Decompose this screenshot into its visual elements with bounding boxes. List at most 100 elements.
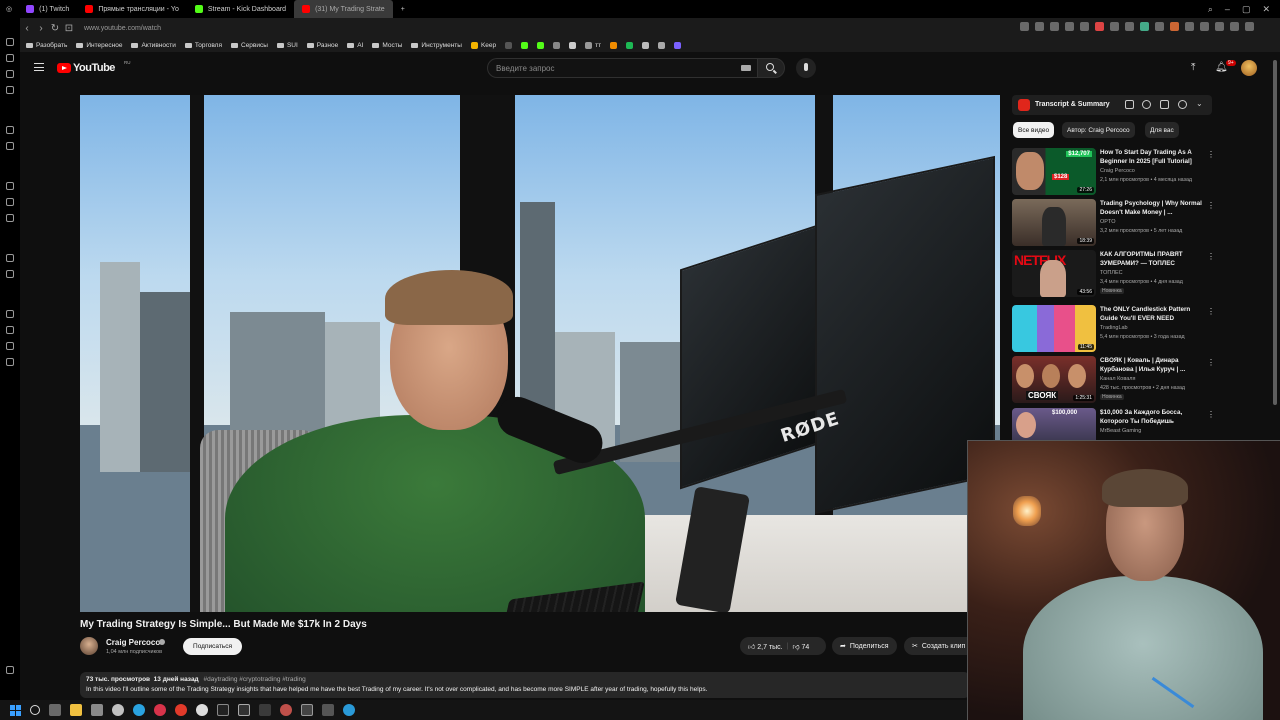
history-icon[interactable] bbox=[6, 310, 14, 318]
rec-channel[interactable]: MrBeast Gaming bbox=[1100, 428, 1141, 434]
bookmark-icon-link[interactable] bbox=[505, 41, 513, 49]
youtube-logo-icon[interactable] bbox=[57, 63, 71, 73]
list-item[interactable]: СВОЯК 1:25:31 СВОЯК | Коваль | Динара Ку… bbox=[1012, 356, 1227, 404]
bookmark-folder[interactable]: Мосты bbox=[372, 42, 402, 49]
page-scrollbar[interactable] bbox=[1273, 60, 1277, 405]
app-icon[interactable] bbox=[112, 704, 124, 716]
rec-title[interactable]: $10,000 За Каждого Босса, Которого Ты По… bbox=[1100, 408, 1206, 426]
rec-channel[interactable]: TradingLab bbox=[1100, 325, 1128, 331]
minimize-icon[interactable]: – bbox=[1225, 4, 1230, 14]
bookmark-folder[interactable]: Инструменты bbox=[411, 42, 462, 49]
keyboard-icon[interactable] bbox=[741, 65, 751, 71]
bookmark-folder[interactable]: Интересное bbox=[76, 42, 122, 49]
video-thumbnail[interactable]: 18:39 bbox=[1012, 199, 1096, 246]
tab-kick-dashboard[interactable]: Stream - Kick Dashboard bbox=[187, 0, 294, 18]
voice-search-button[interactable] bbox=[796, 58, 816, 78]
avatar[interactable] bbox=[1241, 60, 1257, 76]
windows-start-icon[interactable] bbox=[10, 704, 21, 716]
settings-icon[interactable] bbox=[6, 142, 14, 150]
list-item[interactable]: 11:45 The ONLY Candlestick Pattern Guide… bbox=[1012, 305, 1227, 353]
extension-icon[interactable] bbox=[1125, 22, 1134, 31]
player-icon[interactable] bbox=[6, 254, 14, 262]
list-item[interactable]: 18:39 Trading Psychology | Why Normal Do… bbox=[1012, 199, 1227, 247]
opera-gx-icon[interactable] bbox=[175, 704, 187, 716]
bookmark-folder[interactable]: SUI bbox=[276, 42, 298, 49]
vk-icon[interactable] bbox=[6, 198, 14, 206]
bookmark-icon-link[interactable] bbox=[658, 41, 666, 49]
rec-title[interactable]: Trading Psychology | Why Normal Doesn't … bbox=[1100, 199, 1206, 217]
bookmark-icon-link[interactable] bbox=[521, 41, 529, 49]
share-button[interactable]: ➦ Поделиться bbox=[832, 637, 897, 655]
telegram-icon[interactable] bbox=[6, 182, 14, 190]
notion-icon[interactable] bbox=[301, 704, 313, 716]
rec-title[interactable]: How To Start Day Trading As A Beginner I… bbox=[1100, 148, 1206, 166]
youtube-brand[interactable]: YouTube bbox=[73, 62, 115, 74]
extension-icon[interactable] bbox=[1095, 22, 1104, 31]
description-box[interactable]: 73 тыс. просмотров 13 дней назад #daytra… bbox=[80, 672, 970, 698]
tab-youtube-live[interactable]: Прямые трансляции - Yo bbox=[77, 0, 187, 18]
bookmark-keep[interactable]: Keep bbox=[470, 41, 496, 49]
forward-icon[interactable]: › bbox=[34, 23, 48, 34]
glasses-icon[interactable] bbox=[1160, 100, 1169, 109]
search-button[interactable] bbox=[757, 58, 785, 78]
extension-icon[interactable] bbox=[1140, 22, 1149, 31]
gear-icon[interactable] bbox=[1178, 100, 1187, 109]
extension-icon[interactable] bbox=[1155, 22, 1164, 31]
channel-name[interactable]: Craig Percoco bbox=[106, 638, 160, 647]
app-icon[interactable] bbox=[196, 704, 208, 716]
list-item[interactable]: NETFLIX 43:56 КАК АЛГОРИТМЫ ПРАВЯТ ЗУМЕР… bbox=[1012, 250, 1227, 298]
app-icon[interactable] bbox=[280, 704, 292, 716]
telegram-icon[interactable] bbox=[133, 704, 145, 716]
history-icon[interactable] bbox=[6, 38, 14, 46]
more-options-icon[interactable]: ⋮ bbox=[1207, 252, 1215, 261]
opera-icon[interactable] bbox=[154, 704, 166, 716]
extension-icon[interactable] bbox=[1200, 22, 1209, 31]
chevron-down-icon[interactable]: ⌄ bbox=[1196, 99, 1205, 108]
video-thumbnail[interactable]: $12,707 $128 27:26 bbox=[1012, 148, 1096, 195]
robot-icon[interactable] bbox=[1125, 100, 1134, 109]
dislike-button[interactable]: 👎︎ 74 bbox=[792, 642, 809, 651]
bookmark-icon-link[interactable] bbox=[642, 41, 650, 49]
chat-icon[interactable] bbox=[6, 70, 14, 78]
extension-icon[interactable] bbox=[1245, 22, 1254, 31]
extension-icon[interactable] bbox=[1065, 22, 1074, 31]
extension-icon[interactable] bbox=[1020, 22, 1029, 31]
clip-button[interactable]: ✂ Создать клип bbox=[904, 637, 967, 655]
new-tab-button[interactable]: + bbox=[393, 0, 413, 18]
bookmark-icon-link[interactable] bbox=[553, 41, 561, 49]
extension-icon[interactable] bbox=[1230, 22, 1239, 31]
rec-channel[interactable]: ТОПЛЕС bbox=[1100, 270, 1123, 276]
extension-icon[interactable] bbox=[1185, 22, 1194, 31]
back-icon[interactable]: ‹ bbox=[20, 23, 34, 34]
edge-icon[interactable] bbox=[343, 704, 355, 716]
bookmark-icon-link[interactable] bbox=[626, 41, 634, 49]
app-icon[interactable] bbox=[322, 704, 334, 716]
search-icon[interactable] bbox=[30, 705, 40, 715]
clock-icon[interactable] bbox=[6, 326, 14, 334]
bookmark-folder[interactable]: AI bbox=[347, 42, 363, 49]
tab-twitch[interactable]: (1) Twitch bbox=[18, 0, 77, 18]
bookmark-folder[interactable]: Торговля bbox=[184, 42, 222, 49]
bookmark-folder[interactable]: Разобрать bbox=[26, 42, 67, 49]
like-button[interactable]: 👍︎ 2,7 тыс. bbox=[748, 642, 783, 651]
search-icon[interactable]: ⌕ bbox=[1208, 4, 1213, 15]
transcript-summary-bar[interactable]: Transcript & Summary ⌄ bbox=[1012, 95, 1212, 115]
video-thumbnail[interactable]: СВОЯК 1:25:31 bbox=[1012, 356, 1096, 403]
list-item[interactable]: $12,707 $128 27:26 How To Start Day Trad… bbox=[1012, 148, 1227, 196]
subscribe-button[interactable]: Подписаться bbox=[183, 638, 242, 655]
rec-title[interactable]: СВОЯК | Коваль | Динара Курбанова | Илья… bbox=[1100, 356, 1206, 374]
more-options-icon[interactable]: ⋮ bbox=[1207, 410, 1215, 419]
gear-icon[interactable] bbox=[6, 358, 14, 366]
video-thumbnail[interactable]: 11:45 bbox=[1012, 305, 1096, 352]
rec-channel[interactable]: Канал Коваля bbox=[1100, 376, 1135, 382]
bookmark-folder[interactable]: Активности bbox=[131, 42, 176, 49]
bookmark-folder[interactable]: Разное bbox=[306, 42, 338, 49]
menu-icon[interactable] bbox=[34, 63, 44, 71]
chip-author[interactable]: Автор: Craig Percoco bbox=[1062, 122, 1135, 138]
chip-for-you[interactable]: Для вас bbox=[1145, 122, 1179, 138]
bookmark-tt[interactable]: тт bbox=[585, 41, 601, 49]
channel-avatar[interactable] bbox=[80, 637, 98, 655]
more-icon[interactable] bbox=[6, 666, 14, 674]
url-field[interactable]: www.youtube.com/watch bbox=[84, 25, 161, 32]
extension-icon[interactable] bbox=[1080, 22, 1089, 31]
